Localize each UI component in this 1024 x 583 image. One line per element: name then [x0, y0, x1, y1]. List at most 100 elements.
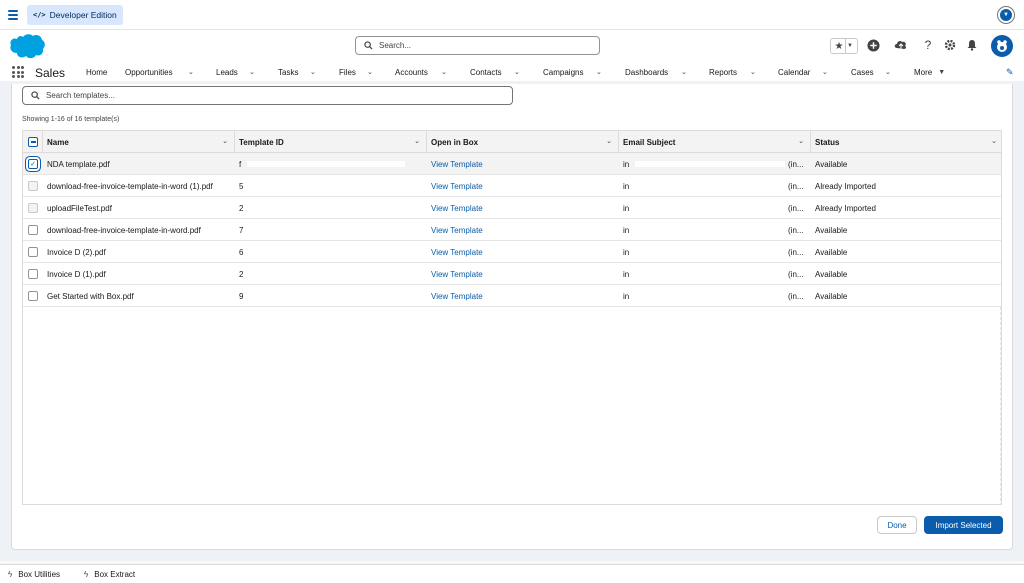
nav-item-cases[interactable]: Cases — [851, 68, 874, 77]
global-search-input[interactable]: Search... — [355, 36, 600, 55]
favorites-dropdown-icon[interactable]: ▼ — [845, 39, 853, 53]
table-row[interactable]: Invoice D (1).pdf 2 View Template in (in... A… — [23, 263, 1001, 285]
column-header-email-subject[interactable]: Email Subject ⌄ — [619, 131, 811, 153]
cloud-upload-icon — [894, 40, 907, 49]
row-select-checkbox[interactable] — [28, 269, 38, 279]
column-header-status[interactable]: Status ⌄ — [811, 131, 1001, 153]
chevron-down-icon[interactable]: ⌄ — [885, 68, 891, 76]
view-template-link[interactable]: View Template — [431, 175, 617, 197]
cell-name: Invoice D (1).pdf — [47, 269, 106, 279]
cell-name: Invoice D (2).pdf — [47, 247, 106, 257]
help-question-icon[interactable]: ? — [921, 38, 935, 52]
column-header-open-in-box[interactable]: Open in Box ⌄ — [427, 131, 619, 153]
redacted-template-id — [247, 249, 405, 255]
nav-item-contacts[interactable]: Contacts — [470, 68, 502, 77]
global-actions-button[interactable] — [866, 38, 880, 52]
edit-nav-pencil-icon[interactable]: ✎ — [1006, 67, 1014, 78]
chevron-down-icon: ▼ — [1000, 9, 1012, 21]
utility-item-box-extract[interactable]: ϟ Box Extract — [84, 570, 135, 579]
column-header-name[interactable]: Name ⌄ — [43, 131, 235, 153]
row-select-checkbox[interactable] — [28, 247, 38, 257]
cell-status: Available — [815, 269, 848, 279]
import-selected-button[interactable]: Import Selected — [924, 516, 1003, 534]
cell-name: uploadFileTest.pdf — [47, 203, 112, 213]
redacted-email-subject — [635, 205, 785, 211]
chevron-down-icon[interactable]: ⌄ — [367, 68, 373, 76]
cell-status: Available — [815, 291, 848, 301]
view-template-link[interactable]: View Template — [431, 197, 617, 219]
nav-item-more[interactable]: More ▼ — [914, 68, 945, 77]
nav-item-dashboards[interactable]: Dashboards — [625, 68, 668, 77]
astro-avatar-icon — [997, 40, 1007, 52]
column-menu-icon[interactable]: ⌄ — [414, 137, 420, 145]
notifications-button[interactable] — [965, 38, 979, 52]
bell-icon — [967, 40, 977, 51]
redacted-template-id — [247, 271, 405, 277]
chevron-down-icon[interactable]: ⌄ — [188, 68, 194, 76]
nav-item-leads[interactable]: Leads — [216, 68, 238, 77]
developer-edition-badge[interactable]: </> Developer Edition — [27, 5, 123, 25]
nav-item-home[interactable]: Home — [86, 68, 107, 77]
done-button[interactable]: Done — [877, 516, 917, 534]
nav-item-calendar[interactable]: Calendar — [778, 68, 810, 77]
view-template-link[interactable]: View Template — [431, 153, 617, 175]
row-select-checkbox[interactable] — [28, 225, 38, 235]
setup-button[interactable] — [943, 38, 957, 52]
app-launcher-icon[interactable] — [12, 66, 24, 78]
select-all-checkbox[interactable] — [28, 137, 38, 147]
column-menu-icon[interactable]: ⌄ — [798, 137, 804, 145]
redacted-template-id — [247, 183, 405, 189]
chevron-down-icon[interactable]: ⌄ — [249, 68, 255, 76]
nav-item-accounts[interactable]: Accounts — [395, 68, 428, 77]
search-icon — [31, 91, 40, 100]
table-row[interactable]: ✓ NDA template.pdf f View Template in (in... A… — [23, 153, 1001, 175]
view-template-link[interactable]: View Template — [431, 241, 617, 263]
redacted-template-id — [247, 227, 405, 233]
chevron-down-icon[interactable]: ⌄ — [822, 68, 828, 76]
nav-item-files[interactable]: Files — [339, 68, 356, 77]
cell-subject-tail: (in... — [788, 291, 804, 301]
row-select-checkbox[interactable]: ✓ — [28, 159, 38, 169]
view-template-link[interactable]: View Template — [431, 285, 617, 307]
row-select-checkbox[interactable] — [28, 291, 38, 301]
nav-item-opportunities[interactable]: Opportunities — [125, 68, 173, 77]
table-row[interactable]: download-free-invoice-template-in-word (… — [23, 175, 1001, 197]
lightning-bolt-icon: ϟ — [84, 570, 89, 579]
column-menu-icon[interactable]: ⌄ — [606, 137, 612, 145]
global-header: Search... ★ ▼ ? — [0, 30, 1024, 62]
column-header-template-id[interactable]: Template ID ⌄ — [235, 131, 427, 153]
redacted-email-subject — [635, 271, 785, 277]
nav-item-reports[interactable]: Reports — [709, 68, 737, 77]
template-search-input[interactable]: Search templates... — [22, 86, 513, 105]
table-row[interactable]: download-free-invoice-template-in-word.p… — [23, 219, 1001, 241]
chevron-down-icon[interactable]: ⌄ — [441, 68, 447, 76]
view-template-link[interactable]: View Template — [431, 263, 617, 285]
chevron-down-icon[interactable]: ⌄ — [596, 68, 602, 76]
redacted-email-subject — [635, 183, 785, 189]
utility-item-box-utilities[interactable]: ϟ Box Utilities — [8, 570, 60, 579]
nav-item-tasks[interactable]: Tasks — [278, 68, 298, 77]
app-name: Sales — [35, 66, 66, 80]
user-avatar[interactable] — [991, 35, 1013, 57]
cell-name: download-free-invoice-template-in-word (… — [47, 181, 213, 191]
table-row[interactable]: Get Started with Box.pdf 9 View Template in… — [23, 285, 1001, 307]
column-menu-icon[interactable]: ⌄ — [991, 137, 997, 145]
table-row[interactable]: Invoice D (2).pdf 6 View Template in (in... A… — [23, 241, 1001, 263]
table-row[interactable]: uploadFileTest.pdf 2 View Template in (in...… — [23, 197, 1001, 219]
salesforce-logo[interactable] — [8, 33, 46, 61]
cell-subject-tail: (in... — [788, 181, 804, 191]
cell-name: NDA template.pdf — [47, 159, 110, 169]
nav-item-campaigns[interactable]: Campaigns — [543, 68, 583, 77]
favorites-button[interactable]: ★ ▼ — [830, 38, 858, 54]
trailhead-button[interactable] — [894, 38, 908, 52]
column-menu-icon[interactable]: ⌄ — [222, 137, 228, 145]
chevron-down-icon[interactable]: ⌄ — [750, 68, 756, 76]
chevron-down-icon[interactable]: ⌄ — [310, 68, 316, 76]
global-menu-button[interactable]: ▼ — [997, 6, 1015, 24]
chevron-down-icon[interactable]: ⌄ — [514, 68, 520, 76]
hamburger-menu-icon[interactable] — [8, 10, 18, 20]
view-template-link[interactable]: View Template — [431, 219, 617, 241]
redacted-email-subject — [635, 249, 785, 255]
cell-subject-tail: (in... — [788, 159, 804, 169]
chevron-down-icon[interactable]: ⌄ — [681, 68, 687, 76]
